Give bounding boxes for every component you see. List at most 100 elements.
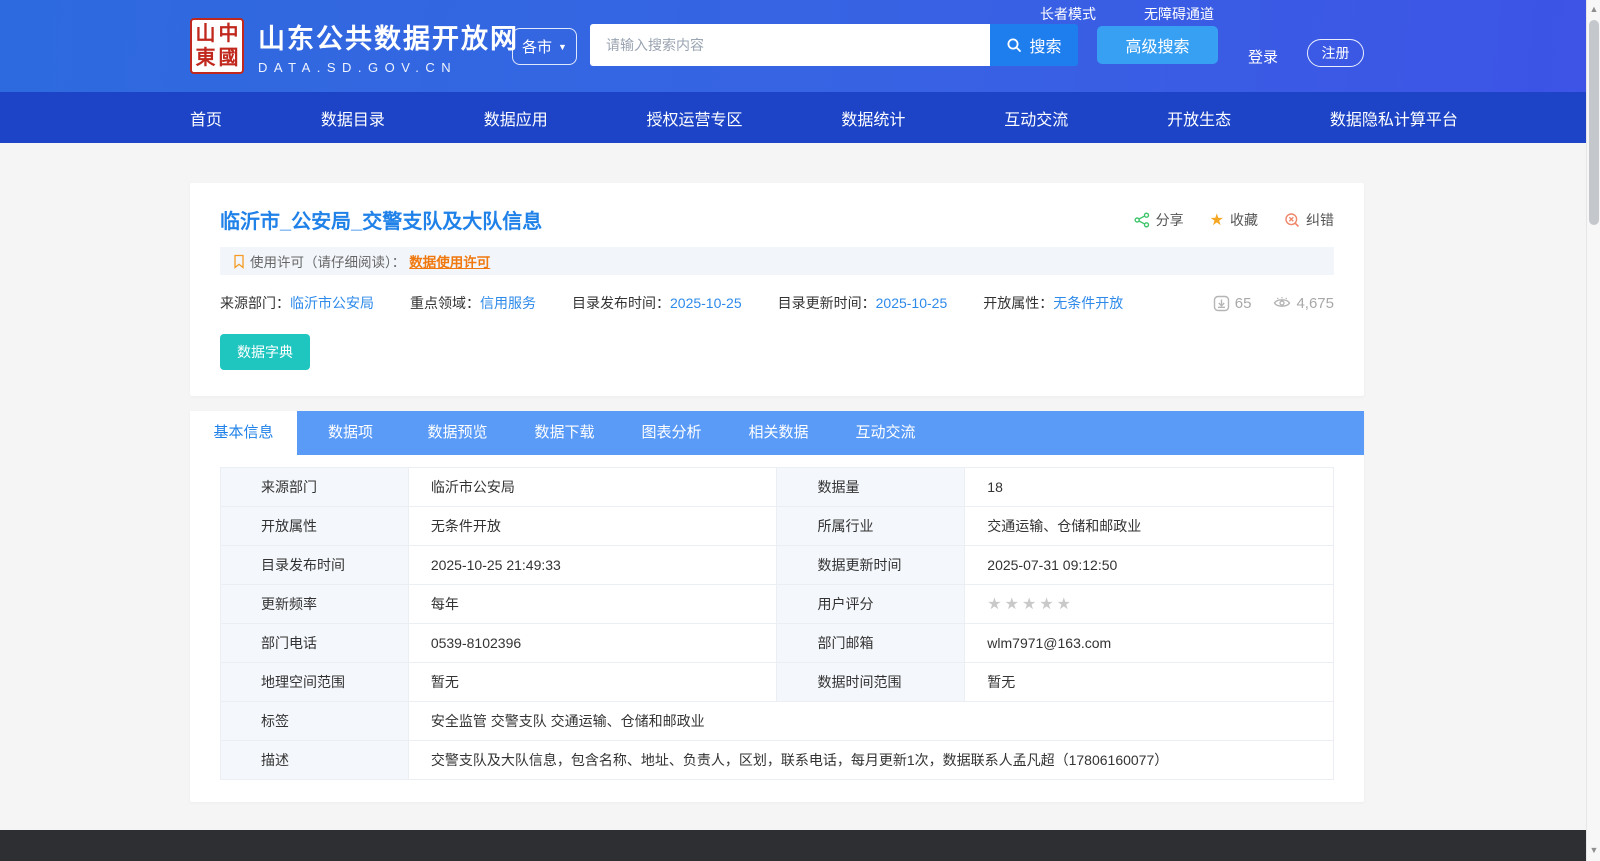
table-row: 描述 交警支队及大队信息，包含名称、地址、负责人，区划，联系电话，每月更新1次，… <box>220 740 1335 780</box>
source-department-link[interactable]: 临沂市公安局 <box>290 295 374 311</box>
row-label: 所属行业 <box>776 506 966 546</box>
site-header: 山 中 東 國 山东公共数据开放网 DATA.SD.GOV.CN 各市 ▼ 搜索… <box>0 0 1600 92</box>
license-link[interactable]: 数据使用许可 <box>409 251 490 271</box>
tab-data-preview[interactable]: 数据预览 <box>404 411 511 455</box>
tab-basic-info[interactable]: 基本信息 <box>190 411 297 455</box>
license-prefix: 使用许可（请仔细阅读）： <box>250 255 406 270</box>
error-correction-label: 纠错 <box>1306 211 1334 228</box>
row-label: 来源部门 <box>220 467 409 507</box>
data-dictionary-button[interactable]: 数据字典 <box>220 334 310 370</box>
shandong-seal-icon: 山 中 東 國 <box>190 18 244 74</box>
register-button[interactable]: 注册 <box>1307 39 1364 67</box>
tab-interaction[interactable]: 互动交流 <box>832 411 939 455</box>
city-dropdown-label: 各市 <box>522 39 553 56</box>
share-button[interactable]: 分享 <box>1134 210 1184 230</box>
seal-char: 山 <box>195 23 216 45</box>
bookmark-icon <box>234 254 244 269</box>
row-label: 部门邮箱 <box>776 623 966 663</box>
meta-label: 来源部门： <box>220 295 290 311</box>
row-label: 地理空间范围 <box>220 662 409 702</box>
row-label: 数据更新时间 <box>776 545 966 585</box>
search-button[interactable]: 搜索 <box>990 24 1078 66</box>
share-icon <box>1134 212 1149 228</box>
nav-item-authorized-operation[interactable]: 授权运营专区 <box>647 106 743 130</box>
nav-item-data-catalog[interactable]: 数据目录 <box>321 106 385 130</box>
row-label: 用户评分 <box>776 584 966 624</box>
scrollbar-down-arrow-icon[interactable]: ▼ <box>1587 843 1600 857</box>
download-count-value: 65 <box>1234 294 1252 312</box>
search-input[interactable] <box>590 24 990 66</box>
user-rating-stars[interactable]: ★★★★★ <box>964 584 1334 624</box>
table-row: 部门电话 0539-8102396 部门邮箱 wlm7971@163.com <box>220 623 1334 663</box>
row-value: wlm7971@163.com <box>964 623 1334 663</box>
row-label: 数据时间范围 <box>776 662 966 702</box>
scrollbar-up-arrow-icon[interactable]: ▲ <box>1587 2 1600 16</box>
tab-data-download[interactable]: 数据下载 <box>511 411 618 455</box>
site-logo[interactable]: 山 中 東 國 山东公共数据开放网 DATA.SD.GOV.CN <box>190 17 519 75</box>
star-icon: ★ <box>1209 211 1224 229</box>
meta-label: 目录更新时间： <box>777 295 876 311</box>
search-icon <box>1007 38 1022 52</box>
table-row: 来源部门 临沂市公安局 数据量 18 <box>220 467 1334 507</box>
row-label: 描述 <box>220 740 409 780</box>
row-label: 开放属性 <box>220 506 409 546</box>
login-link[interactable]: 登录 <box>1248 46 1278 67</box>
tags-value: 安全监管 交警支队 交通运输、仓储和邮政业 <box>407 701 1335 741</box>
city-dropdown[interactable]: 各市 ▼ <box>512 28 577 65</box>
nav-item-data-apps[interactable]: 数据应用 <box>484 106 548 130</box>
site-name: 山东公共数据开放网 <box>258 24 519 54</box>
nav-item-privacy-computing[interactable]: 数据隐私计算平台 <box>1330 106 1458 130</box>
main-nav: 首页 数据目录 数据应用 授权运营专区 数据统计 互动交流 开放生态 数据隐私计… <box>0 92 1600 143</box>
publish-date-value: 2025-10-25 <box>670 295 742 311</box>
page-footer <box>0 830 1600 861</box>
nav-item-open-ecosystem[interactable]: 开放生态 <box>1167 106 1231 130</box>
row-value: 2025-10-25 21:49:33 <box>407 545 778 585</box>
seal-char: 東 <box>195 47 216 69</box>
key-domain-link[interactable]: 信用服务 <box>480 295 536 311</box>
tab-chart-analysis[interactable]: 图表分析 <box>618 411 725 455</box>
error-correction-icon <box>1285 212 1299 227</box>
meta-label: 目录发布时间： <box>572 295 670 311</box>
chevron-down-icon: ▼ <box>558 41 567 52</box>
nav-item-data-statistics[interactable]: 数据统计 <box>841 106 905 130</box>
error-correction-button[interactable]: 纠错 <box>1284 210 1334 230</box>
description-value: 交警支队及大队信息，包含名称、地址、负责人，区划，联系电话，每月更新1次，数据联… <box>407 740 1335 780</box>
table-row: 标签 安全监管 交警支队 交通运输、仓储和邮政业 <box>220 701 1335 741</box>
favorite-label: 收藏 <box>1230 211 1258 228</box>
seal-char: 國 <box>218 47 239 69</box>
dataset-meta-row: 来源部门：临沂市公安局 重点领域：信用服务 目录发布时间：2025-10-25 … <box>220 293 1334 313</box>
row-value: 0539-8102396 <box>407 623 778 663</box>
dataset-detail-card: 基本信息 数据项 数据预览 数据下载 图表分析 相关数据 互动交流 来源部门 临… <box>190 411 1364 802</box>
open-attribute-link[interactable]: 无条件开放 <box>1053 295 1123 311</box>
license-bar: 使用许可（请仔细阅读）： 数据使用许可 <box>220 247 1334 275</box>
download-count: 65 <box>1213 294 1252 312</box>
meta-label: 开放属性： <box>983 295 1054 311</box>
vertical-scrollbar[interactable]: ▲ ▼ <box>1586 0 1600 861</box>
row-value: 交通运输、仓储和邮政业 <box>964 506 1334 546</box>
row-value: 18 <box>964 467 1334 507</box>
row-label: 标签 <box>220 701 409 741</box>
table-row: 更新频率 每年 用户评分 ★★★★★ <box>220 584 1334 624</box>
nav-item-home[interactable]: 首页 <box>190 106 222 130</box>
accessibility-link[interactable]: 无障碍通道 <box>1144 4 1214 24</box>
row-value: 无条件开放 <box>407 506 778 546</box>
table-row: 目录发布时间 2025-10-25 21:49:33 数据更新时间 2025-0… <box>220 545 1334 585</box>
tab-related-data[interactable]: 相关数据 <box>725 411 832 455</box>
tab-data-items[interactable]: 数据项 <box>297 411 404 455</box>
search-box: 搜索 <box>590 24 1078 66</box>
main-content: 临沂市_公安局_交警支队及大队信息 分享 ★ 收藏 纠错 使用许可（请仔细阅读）… <box>0 143 1600 830</box>
view-count: 4,675 <box>1273 295 1334 312</box>
row-label: 数据量 <box>776 467 966 507</box>
favorite-button[interactable]: ★ 收藏 <box>1210 210 1258 230</box>
nav-item-interaction[interactable]: 互动交流 <box>1004 106 1068 130</box>
dataset-summary-card: 临沂市_公安局_交警支队及大队信息 分享 ★ 收藏 纠错 使用许可（请仔细阅读）… <box>190 183 1364 396</box>
row-value: 每年 <box>407 584 778 624</box>
seal-char: 中 <box>218 23 239 45</box>
elder-mode-link[interactable]: 长者模式 <box>1040 4 1096 24</box>
share-label: 分享 <box>1155 211 1184 228</box>
site-domain: DATA.SD.GOV.CN <box>258 60 458 75</box>
scrollbar-thumb[interactable] <box>1589 20 1599 225</box>
update-date-value: 2025-10-25 <box>875 295 948 311</box>
advanced-search-button[interactable]: 高级搜索 <box>1097 26 1218 64</box>
row-value: 临沂市公安局 <box>407 467 778 507</box>
